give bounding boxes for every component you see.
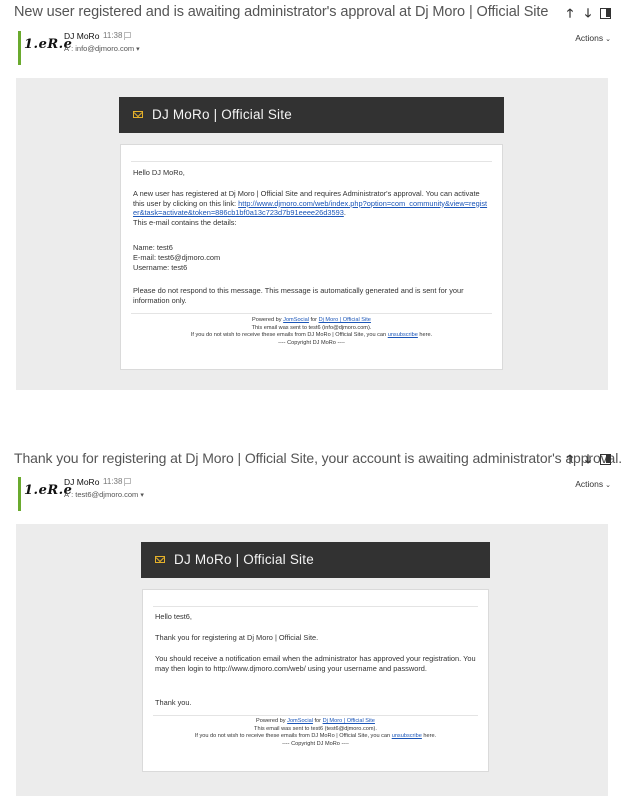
recipient-line[interactable]: À : info@djmoro.com ▾ xyxy=(64,44,140,53)
powered-for-text: for xyxy=(308,317,319,323)
chevron-down-icon: ⌄ xyxy=(605,482,611,489)
thank-you: Thank you. xyxy=(155,698,192,707)
detail-username: Username: test6 xyxy=(133,263,188,272)
recipient-text: À : info@djmoro.com xyxy=(64,44,135,53)
sender-name[interactable]: DJ MoRo xyxy=(64,477,99,487)
powered-by-line: Powered by JomSocial for Dj Moro | Offic… xyxy=(143,718,488,726)
recipient-text: À : test6@djmoro.com xyxy=(64,490,139,499)
thanks-line: Thank you for registering at Dj Moro | O… xyxy=(155,633,319,642)
greeting: Hello test6, xyxy=(155,612,192,621)
divider xyxy=(153,606,478,607)
message-card: Hello test6, Thank you for registering a… xyxy=(142,589,489,772)
sent-time: 11:38 xyxy=(103,477,123,486)
arrow-down-icon[interactable]: 🡓 xyxy=(582,452,594,466)
email-footer: Powered by JomSocial for Dj Moro | Offic… xyxy=(121,317,502,347)
accent-bar xyxy=(18,31,21,65)
site-banner: DJ MoRo | Official Site xyxy=(119,97,504,133)
unsubscribe-line: If you do not wish to receive these emai… xyxy=(121,332,502,340)
chevron-down-icon: ⌄ xyxy=(605,36,611,43)
paragraph-suffix: . xyxy=(343,208,346,218)
sender-header: 1.eR.e DJ MoRo 11:38 À : test6@djmoro.co… xyxy=(18,477,611,511)
flag-icon[interactable] xyxy=(124,478,131,486)
email-body-panel: DJ MoRo | Official Site Hello test6, Tha… xyxy=(16,524,608,796)
unsubscribe-line: If you do not wish to receive these emai… xyxy=(143,733,488,741)
unsubscribe-prefix: If you do not wish to receive these emai… xyxy=(194,733,392,740)
copyright: ---- Copyright DJ MoRo ---- xyxy=(278,339,345,346)
unsubscribe-suffix: here. xyxy=(417,332,433,339)
notification-paragraph: You should receive a notification email … xyxy=(155,654,476,673)
auto-notice: Please do not respond to this message. T… xyxy=(133,286,464,305)
email-subject: Thank you for registering at Dj Moro | O… xyxy=(14,450,621,466)
sender-name[interactable]: DJ MoRo xyxy=(64,31,99,41)
unsubscribe-suffix: here. xyxy=(421,733,437,740)
unsubscribe-link[interactable]: unsubscribe xyxy=(392,733,422,739)
actions-label: Actions xyxy=(575,479,604,489)
message-nav: 🡑 🡓 xyxy=(564,452,611,466)
message-card: Hello DJ MoRo, A new user has registered… xyxy=(120,144,503,370)
divider xyxy=(153,715,478,716)
site-title: DJ MoRo | Official Site xyxy=(174,552,314,567)
mail-icon xyxy=(155,556,165,563)
arrow-up-icon[interactable]: 🡑 xyxy=(564,6,576,20)
sent-to-line: This email was sent to test6 (info@djmor… xyxy=(251,324,372,331)
recipient-line[interactable]: À : test6@djmoro.com ▾ xyxy=(64,490,144,499)
jomsocial-link[interactable]: JomSocial xyxy=(283,317,309,323)
subject-row: New user registered and is awaiting admi… xyxy=(8,4,613,26)
subject-row: Thank you for registering at Dj Moro | O… xyxy=(8,450,621,472)
sent-time: 11:38 xyxy=(103,31,123,40)
divider xyxy=(131,161,492,162)
powered-by-text: Powered by xyxy=(256,718,288,724)
email-body-panel: DJ MoRo | Official Site Hello DJ MoRo, A… xyxy=(16,78,608,390)
greeting: Hello DJ MoRo, xyxy=(133,168,185,177)
email-subject: New user registered and is awaiting admi… xyxy=(14,4,549,20)
divider xyxy=(131,313,492,314)
unsubscribe-prefix: If you do not wish to receive these emai… xyxy=(190,332,388,339)
sent-to-line: This email was sent to test6 (test6@djmo… xyxy=(254,725,377,732)
arrow-down-icon[interactable]: 🡓 xyxy=(582,6,594,20)
chevron-down-icon[interactable]: ▾ xyxy=(136,46,140,53)
site-title: DJ MoRo | Official Site xyxy=(152,107,292,122)
actions-menu[interactable]: Actions ⌄ xyxy=(575,479,611,489)
sender-header: 1.eR.e DJ MoRo 11:38 À : info@djmoro.com… xyxy=(18,31,611,65)
popout-icon[interactable] xyxy=(600,7,611,19)
message-nav: 🡑 🡓 xyxy=(564,6,611,20)
detail-name: Name: test6 xyxy=(133,243,173,252)
jomsocial-link[interactable]: JomSocial xyxy=(287,718,313,724)
copyright: ---- Copyright DJ MoRo ---- xyxy=(282,740,349,747)
accent-bar xyxy=(18,477,21,511)
unsubscribe-link[interactable]: unsubscribe xyxy=(388,332,418,338)
mail-icon xyxy=(133,111,143,118)
site-banner: DJ MoRo | Official Site xyxy=(141,542,490,578)
chevron-down-icon[interactable]: ▾ xyxy=(140,492,144,499)
arrow-up-icon[interactable]: 🡑 xyxy=(564,452,576,466)
email-footer: Powered by JomSocial for Dj Moro | Offic… xyxy=(143,718,488,748)
powered-for-text: for xyxy=(312,718,323,724)
actions-label: Actions xyxy=(575,33,604,43)
details-intro: This e-mail contains the details: xyxy=(133,217,237,227)
popout-icon[interactable] xyxy=(600,453,611,465)
actions-menu[interactable]: Actions ⌄ xyxy=(575,33,611,43)
flag-icon[interactable] xyxy=(124,32,131,40)
paragraph-approval: A new user has registered at Dj Moro | O… xyxy=(133,189,490,227)
site-link[interactable]: Dj Moro | Official Site xyxy=(319,317,371,323)
site-link[interactable]: Dj Moro | Official Site xyxy=(323,718,375,724)
powered-by-text: Powered by xyxy=(252,317,284,323)
powered-by-line: Powered by JomSocial for Dj Moro | Offic… xyxy=(121,317,502,325)
detail-email: E-mail: test6@djmoro.com xyxy=(133,253,221,262)
